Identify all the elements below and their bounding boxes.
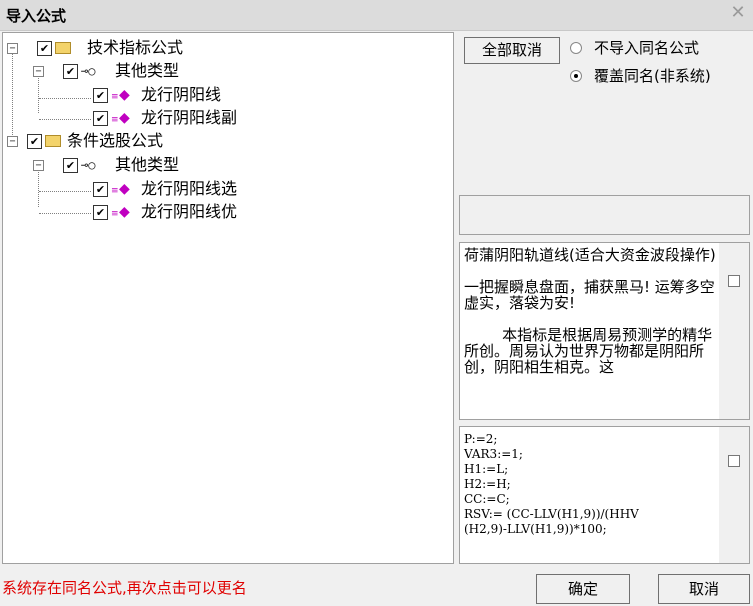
checkbox[interactable]: ✔ [63, 158, 78, 173]
checkbox[interactable]: ✔ [93, 88, 108, 103]
description-scrollbar[interactable] [719, 243, 749, 419]
checkbox[interactable]: ✔ [63, 64, 78, 79]
blank-panel [459, 195, 750, 235]
tree-node-label: 龙行阴阳线选 [141, 179, 238, 198]
overwrite-radio[interactable] [570, 70, 582, 82]
gem-icon: ≡ [111, 92, 119, 102]
tree-node[interactable]: ✔ ≡ ◆ 龙行阴阳线优 [3, 201, 443, 223]
status-message: 系统存在同名公式,再次点击可以更名 [2, 579, 247, 597]
key-icon: ⊸○ [81, 158, 96, 172]
tree-node[interactable]: ✔ ≡ ◆ 龙行阴阳线副 [3, 107, 443, 129]
tree-node-label: 龙行阴阳线 [141, 85, 222, 104]
tree-node-label: 技术指标公式 [87, 38, 184, 57]
collapse-icon[interactable]: − [7, 136, 18, 147]
gem-icon: ◆ [119, 87, 130, 103]
key-icon: ⊸○ [81, 64, 96, 78]
code-scrollbar[interactable] [719, 427, 749, 563]
tree-node-label: 条件选股公式 [67, 131, 164, 150]
gem-icon: ≡ [111, 186, 119, 196]
no-import-label: 不导入同名公式 [594, 39, 700, 57]
gem-icon: ◆ [119, 181, 130, 197]
cancel-all-button[interactable]: 全部取消 [464, 37, 560, 64]
tree-node-label: 其他类型 [115, 61, 180, 80]
description-checkbox[interactable] [728, 275, 740, 287]
checkbox[interactable]: ✔ [93, 182, 108, 197]
code-text: P:=2; VAR3:=1; H1:=L; H2:=H; CC:=C; RSV:… [464, 432, 639, 536]
tree-node[interactable]: − ✔ ⊸○ 其他类型 [3, 154, 443, 176]
tree-node[interactable]: ✔ ≡ ◆ 龙行阴阳线 [3, 84, 443, 106]
folder-icon [45, 135, 61, 147]
gem-icon: ≡ [111, 115, 119, 125]
collapse-icon[interactable]: − [33, 66, 44, 77]
gem-icon: ◆ [119, 110, 130, 126]
formula-tree[interactable]: − ✔ 技术指标公式 − ✔ ⊸○ 其他类型 ✔ ≡ ◆ 龙行阴阳线 ✔ ≡ ◆… [2, 32, 454, 564]
collapse-icon[interactable]: − [7, 43, 18, 54]
description-text: 荷蒲阴阳轨道线(适合大资金波段操作) 一把握瞬息盘面，捕获黑马! 运筹多空虚实，… [464, 246, 716, 376]
checkbox[interactable]: ✔ [37, 41, 52, 56]
code-checkbox[interactable] [728, 455, 740, 467]
checkbox[interactable]: ✔ [93, 111, 108, 126]
ok-button[interactable]: 确定 [536, 574, 630, 604]
overwrite-label: 覆盖同名(非系统) [594, 67, 711, 85]
gem-icon: ≡ [111, 209, 119, 219]
collapse-icon[interactable]: − [33, 160, 44, 171]
checkbox[interactable]: ✔ [93, 205, 108, 220]
title-bar: 导入公式 ✕ [0, 0, 753, 31]
close-icon[interactable]: ✕ [729, 4, 747, 22]
code-panel: P:=2; VAR3:=1; H1:=L; H2:=H; CC:=C; RSV:… [459, 426, 750, 564]
tree-node-label: 龙行阴阳线优 [141, 202, 238, 221]
gem-icon: ◆ [119, 204, 130, 220]
window-title: 导入公式 [6, 7, 67, 25]
folder-icon [55, 42, 71, 54]
tree-node[interactable]: − ✔ ⊸○ 其他类型 [3, 60, 443, 82]
tree-node[interactable]: ✔ ≡ ◆ 龙行阴阳线选 [3, 178, 443, 200]
tree-node-label: 龙行阴阳线副 [141, 108, 238, 127]
description-panel: 荷蒲阴阳轨道线(适合大资金波段操作) 一把握瞬息盘面，捕获黑马! 运筹多空虚实，… [459, 242, 750, 420]
checkbox[interactable]: ✔ [27, 134, 42, 149]
tree-node[interactable]: − ✔ 技术指标公式 [3, 37, 443, 59]
tree-node-label: 其他类型 [115, 155, 180, 174]
no-import-radio[interactable] [570, 42, 582, 54]
tree-node[interactable]: − ✔ 条件选股公式 [3, 130, 443, 152]
cancel-button[interactable]: 取消 [658, 574, 750, 604]
